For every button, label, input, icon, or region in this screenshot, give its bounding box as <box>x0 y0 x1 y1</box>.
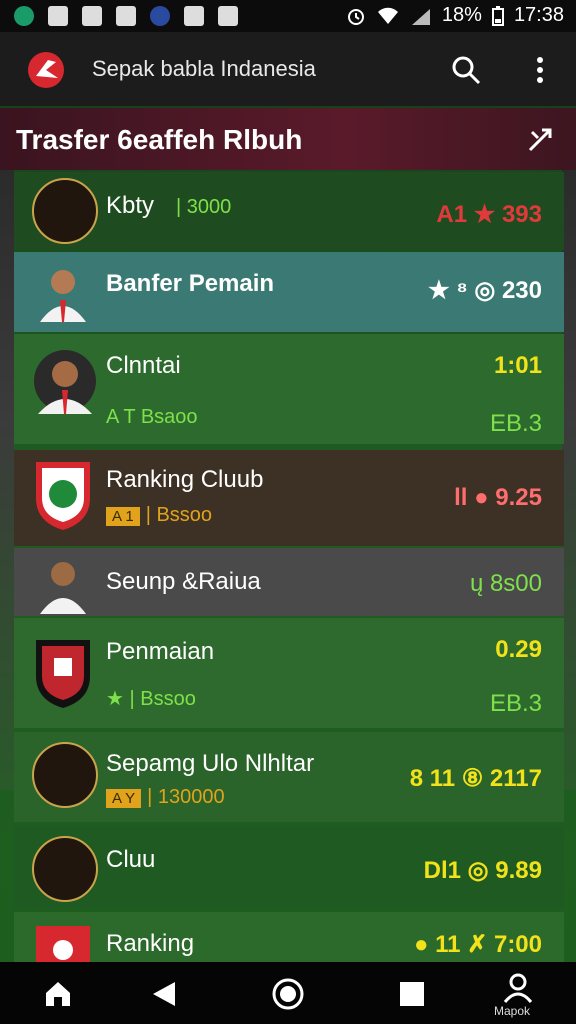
home-system-button[interactable] <box>268 974 308 1014</box>
item-sub: | 3000 <box>176 196 232 218</box>
profile-label: Mapok <box>494 1004 531 1018</box>
alarm-icon <box>347 8 364 25</box>
item-value-secondary: EB.3 <box>489 690 542 717</box>
item-sub: ★ | Bssoo <box>106 688 196 710</box>
list-item[interactable]: Seunp &Raiua ų 8s00 <box>14 548 564 616</box>
item-sub: A T Bsaoo <box>106 406 198 428</box>
item-value: ★ ⁸ ◎ 230 <box>428 277 542 304</box>
recents-button[interactable] <box>392 974 432 1014</box>
club-crest <box>36 926 90 962</box>
notification-icons <box>14 6 238 26</box>
search-button[interactable] <box>446 50 486 90</box>
search-icon <box>452 56 481 85</box>
list-item[interactable]: Banfer Pemain ★ ⁸ ◎ 230 <box>14 252 564 332</box>
item-value-secondary: EB.3 <box>489 410 542 437</box>
item-name: Ranking <box>106 930 195 957</box>
share-icon[interactable] <box>524 122 558 156</box>
back-button[interactable] <box>144 974 184 1014</box>
battery-icon <box>491 5 504 26</box>
image-notification-icon <box>184 6 204 26</box>
player-avatar <box>32 178 98 244</box>
item-value: Dl1 ◎ 9.89 <box>423 857 542 884</box>
item-name: Banfer Pemain <box>106 270 275 297</box>
clock: 17:38 <box>513 4 564 26</box>
back-icon <box>153 982 175 1006</box>
item-value: 1:01 <box>493 352 542 379</box>
recents-icon <box>400 982 424 1006</box>
download-notification-icon <box>218 6 238 26</box>
section-header: Trasfer 6eaffeh Rlbuh <box>0 108 576 170</box>
signal-icon <box>411 8 430 25</box>
item-value: 0.29 <box>495 636 542 663</box>
section-title: Trasfer 6eaffeh Rlbuh <box>16 124 303 155</box>
player-avatar <box>32 742 98 808</box>
club-crest <box>36 640 90 708</box>
list-item[interactable]: Cluu Dl1 ◎ 9.89 <box>14 826 564 908</box>
item-name: Clnntai <box>106 352 181 379</box>
home-circle-icon <box>272 978 304 1010</box>
app-bar: Sepak babla Indanesia <box>0 32 576 106</box>
item-name: Seunp &Raiua <box>106 568 261 595</box>
list-item[interactable]: Ranking Cluub A 1 | Bssoo ll ● 9.25 <box>14 450 564 546</box>
list-item[interactable]: Clnntai A T Bsaoo 1:01 EB.3 <box>14 334 564 444</box>
wifi-icon <box>377 7 398 24</box>
more-options-button[interactable] <box>520 50 560 90</box>
right-edge <box>562 170 576 790</box>
item-name: Kbty <box>106 192 155 219</box>
list-item[interactable]: Sepamg Ulo Nlhltar A Y | 130000 8 11 ⑧ 21… <box>14 732 564 822</box>
item-sub: | Bssoo <box>145 504 213 526</box>
list-item[interactable]: Penmaian ★ | Bssoo 0.29 EB.3 <box>14 618 564 728</box>
rank-badge: A Y <box>106 789 142 808</box>
item-value: ll ● 9.25 <box>454 484 542 511</box>
player-avatar <box>32 836 98 902</box>
item-sub: | 130000 <box>147 786 225 808</box>
item-name: Ranking Cluub <box>106 466 264 493</box>
player-avatar <box>32 260 94 322</box>
battery-level: 18% <box>441 4 482 26</box>
profile-icon <box>503 973 533 1003</box>
item-name: Penmaian <box>106 638 215 665</box>
bottom-navigation: Mapok <box>0 962 576 1024</box>
player-avatar <box>32 348 96 414</box>
app-notification-icon <box>14 6 34 26</box>
globe-notification-icon <box>150 6 170 26</box>
item-name: Cluu <box>106 846 156 873</box>
profile-button[interactable] <box>498 968 538 1008</box>
more-icon <box>537 57 543 83</box>
home-icon <box>46 982 70 1006</box>
play-notification-icon <box>116 6 136 26</box>
chart-notification-icon <box>82 6 102 26</box>
item-value: ● 11 ✗ 7:00 <box>413 931 542 958</box>
list-item[interactable]: Ranking ● 11 ✗ 7:00 <box>14 912 564 962</box>
status-bar: 18% 17:38 <box>0 0 576 32</box>
club-crest <box>36 462 90 530</box>
rank-badge: A 1 <box>106 507 140 526</box>
home-button[interactable] <box>38 974 78 1014</box>
item-value: ų 8s00 <box>469 570 542 597</box>
app-logo <box>28 52 64 88</box>
app-title: Sepak babla Indanesia <box>92 56 316 81</box>
item-value: 8 11 ⑧ 2117 <box>409 765 542 792</box>
item-name: Sepamg Ulo Nlhltar <box>106 750 315 777</box>
left-edge <box>0 170 14 790</box>
mail-notification-icon <box>48 6 68 26</box>
item-value: A1 ★ 393 <box>436 201 542 228</box>
player-avatar <box>32 552 94 614</box>
list-item[interactable]: Kbty | 3000 A1 ★ 393 <box>14 172 564 250</box>
